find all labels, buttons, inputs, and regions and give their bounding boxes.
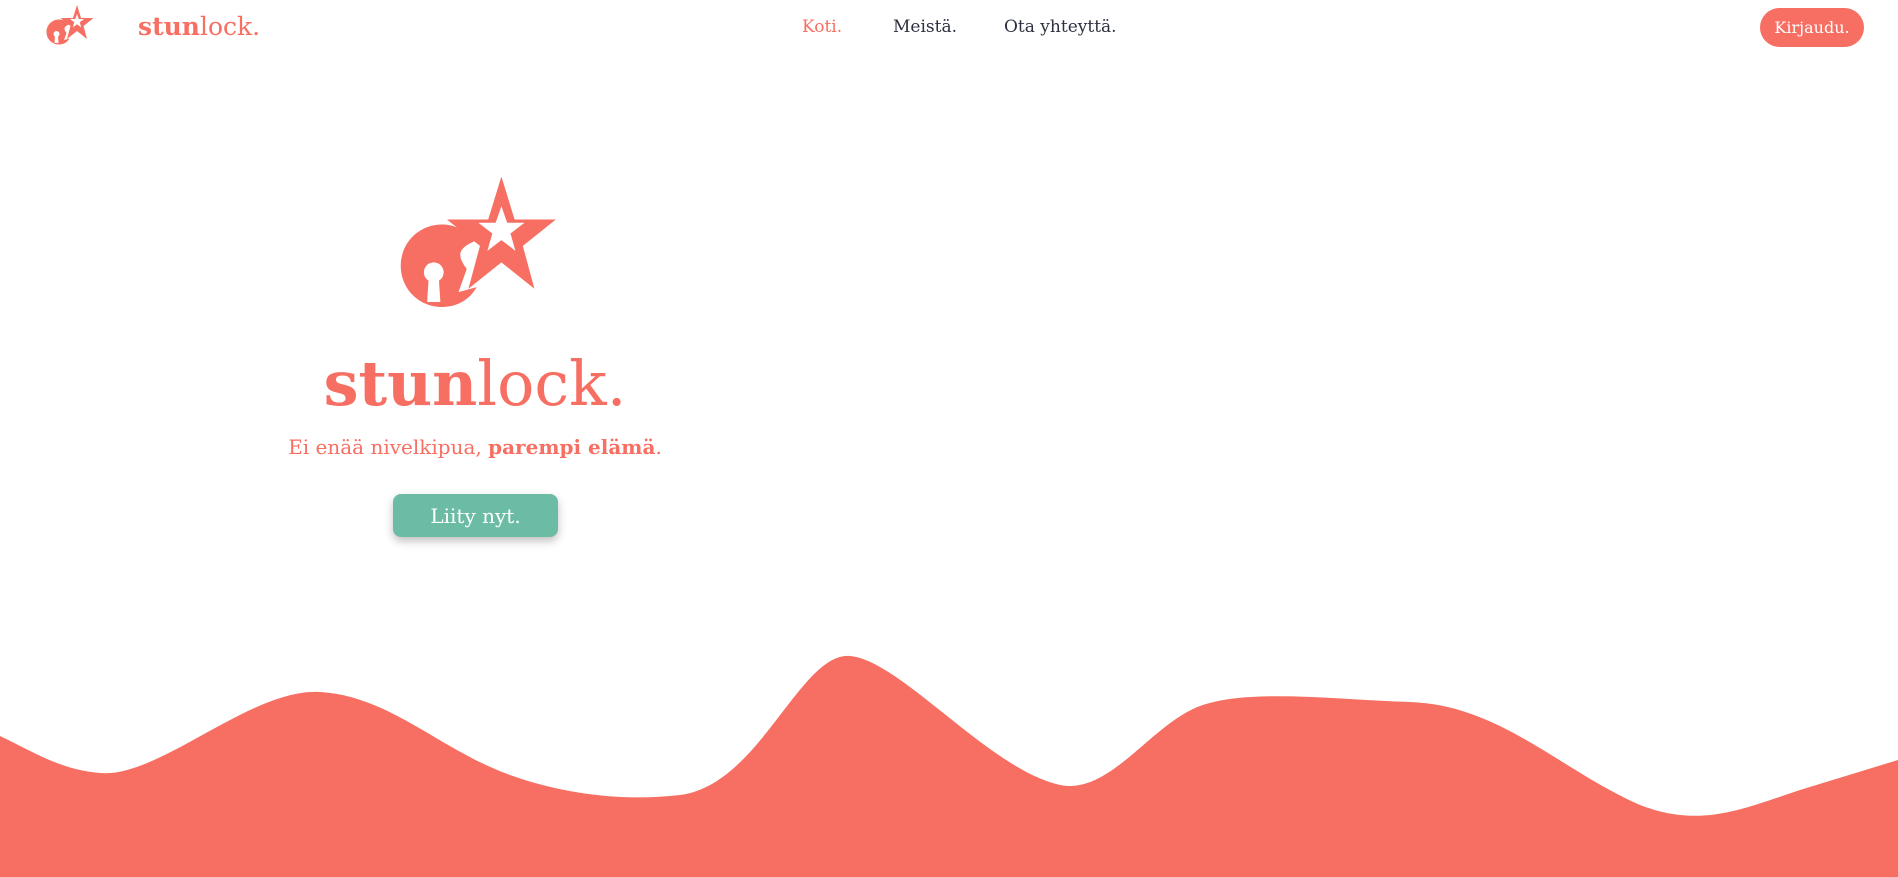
- top-navigation: stunlock. Koti. Meistä. Ota yhteyttä. Ki…: [0, 0, 1898, 54]
- tagline-start: Ei enää nivelkipua,: [288, 435, 489, 459]
- tagline-end: .: [655, 435, 662, 459]
- tagline-bold: parempi elämä: [488, 435, 656, 459]
- hero-brand-wordmark: stunlock.: [240, 348, 710, 420]
- nav-link-about[interactable]: Meistä.: [893, 15, 957, 39]
- nav-link-home[interactable]: Koti.: [802, 15, 842, 39]
- join-now-button[interactable]: Liity nyt.: [393, 494, 558, 537]
- nav-links: Koti. Meistä. Ota yhteyttä.: [0, 15, 1898, 39]
- lock-star-logo-icon: [400, 176, 556, 307]
- hero-brand-bold: stun: [323, 347, 478, 420]
- login-button[interactable]: Kirjaudu.: [1760, 8, 1864, 47]
- hero-tagline: Ei enää nivelkipua, parempi elämä.: [240, 432, 710, 462]
- decorative-wave: [0, 655, 1898, 877]
- hero-brand-light: lock.: [477, 347, 627, 420]
- nav-link-contact[interactable]: Ota yhteyttä.: [1004, 15, 1117, 39]
